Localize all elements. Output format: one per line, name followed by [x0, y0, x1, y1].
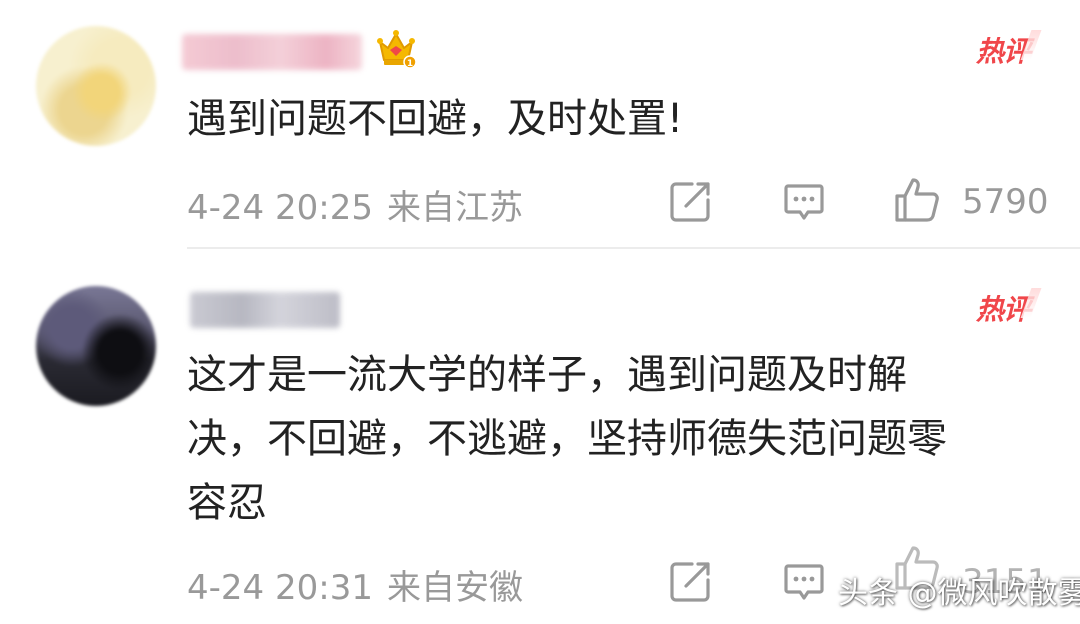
avatar[interactable]	[36, 286, 156, 406]
hot-comment-badge: 热评	[975, 30, 1042, 70]
comment-icon[interactable]	[782, 560, 826, 604]
comment-line: 容忍	[187, 480, 267, 526]
comment-date: 4-24 20:25	[187, 188, 373, 228]
hot-comment-badge: 热评	[975, 288, 1042, 328]
username-blurred[interactable]	[182, 34, 362, 70]
hot-badge-label: 热评	[975, 293, 1031, 326]
like-count: 5790	[962, 182, 1049, 222]
share-icon[interactable]	[668, 180, 712, 224]
comment-text: 遇到问题不回避，及时处置!	[187, 87, 1057, 151]
svg-text:1: 1	[407, 59, 413, 69]
comment-text: 这才是一流大学的样子，遇到问题及时解 决，不回避，不逃避，坚持师德失范问题零 容…	[187, 343, 1047, 535]
comment-location: 来自江苏	[386, 188, 523, 228]
comment-meta: 4-24 20:31 来自安徽	[187, 560, 523, 609]
crown-icon: 1	[377, 30, 417, 69]
comment-divider	[187, 247, 1080, 249]
comment-location: 来自安徽	[386, 568, 523, 608]
comment-line: 这才是一流大学的样子，遇到问题及时解	[187, 352, 907, 398]
comment-date: 4-24 20:31	[187, 568, 373, 608]
hot-badge-label: 热评	[975, 35, 1031, 68]
avatar[interactable]	[36, 26, 156, 146]
comment-icon[interactable]	[782, 180, 826, 224]
username-blurred[interactable]	[190, 292, 340, 328]
comment-line: 决，不回避，不逃避，坚持师德失范问题零	[187, 416, 947, 462]
watermark: 头条 @微风吹散雾	[838, 576, 1080, 611]
comment-meta: 4-24 20:25 来自江苏	[187, 180, 523, 229]
thumbs-up-icon[interactable]	[893, 176, 941, 224]
share-icon[interactable]	[668, 560, 712, 604]
comment-line: 遇到问题不回避，及时处置!	[187, 96, 684, 142]
